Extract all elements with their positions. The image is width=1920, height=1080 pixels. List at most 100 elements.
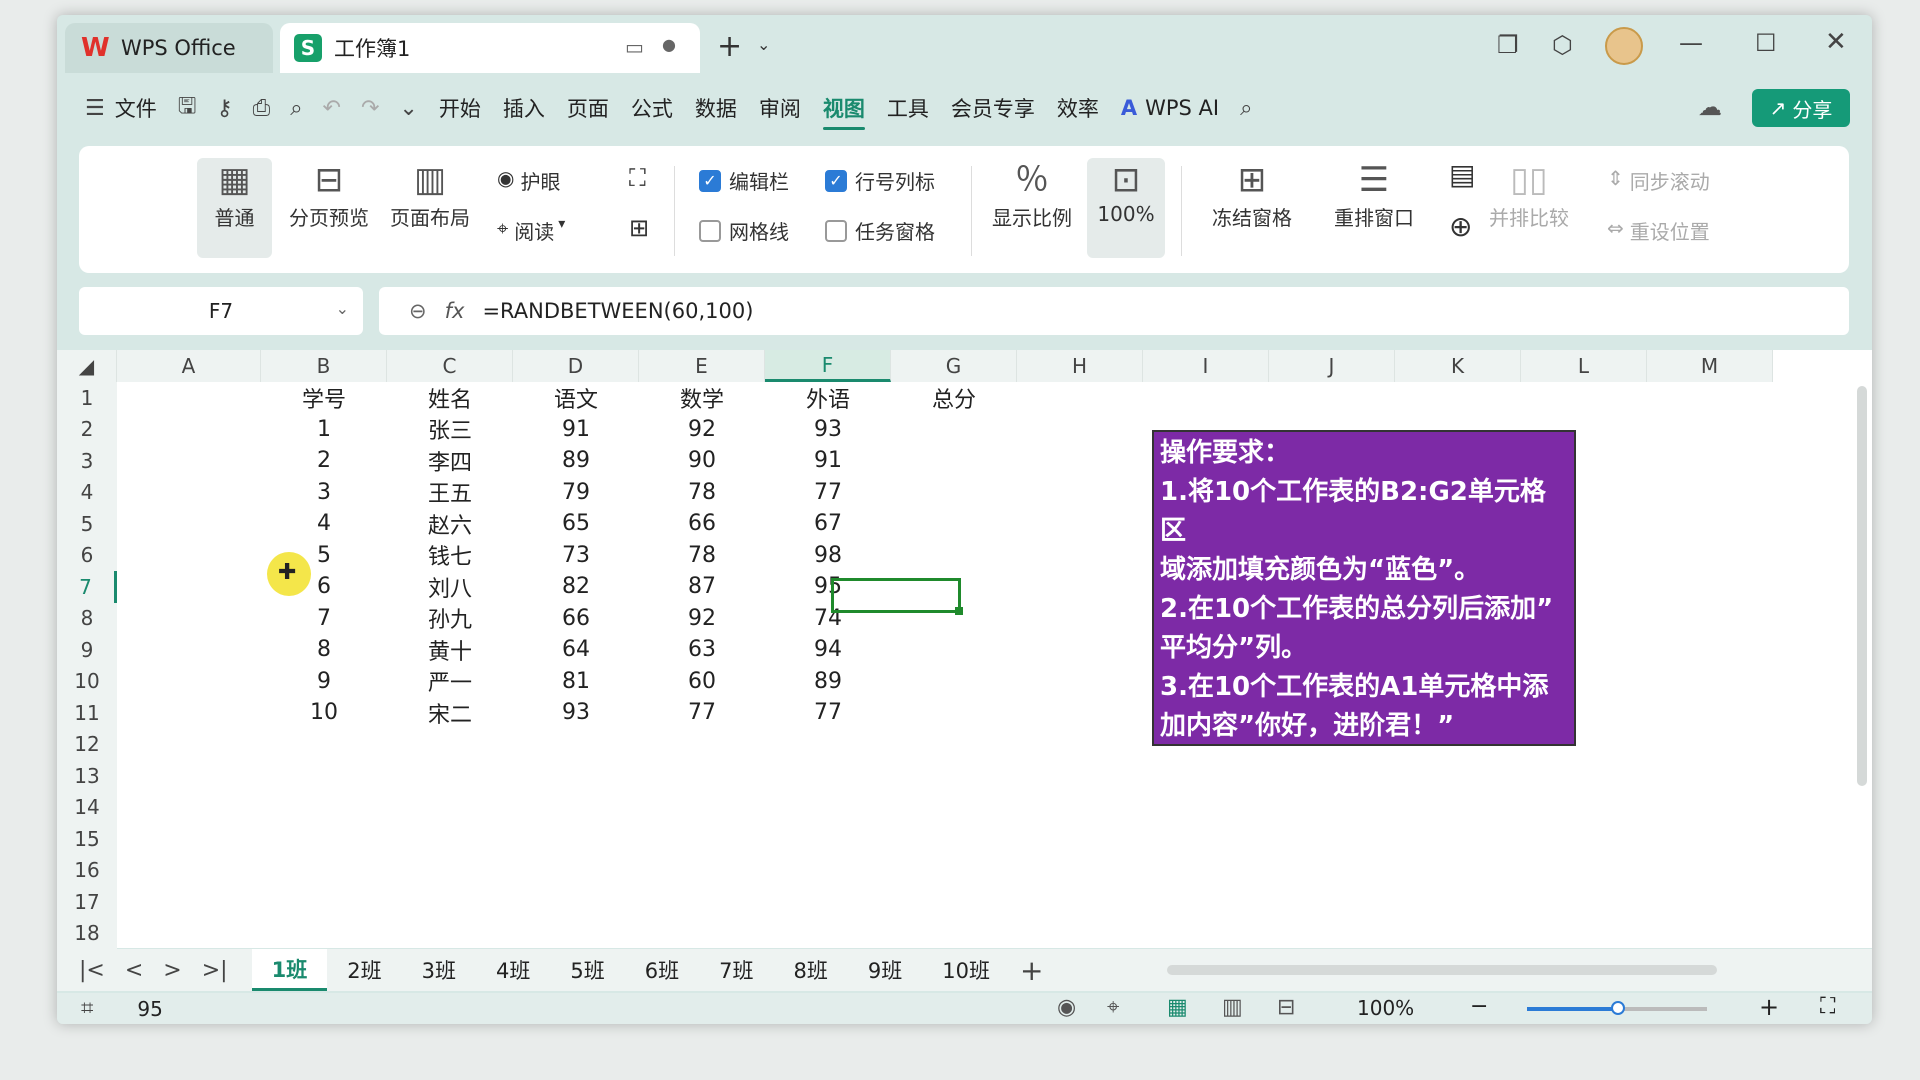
add-window-icon[interactable]: ⊕ [1449, 210, 1472, 243]
row-header-4[interactable]: 4 [57, 476, 117, 508]
horizontal-scrollbar[interactable] [1167, 965, 1717, 975]
row-header-14[interactable]: 14 [57, 791, 117, 823]
cell[interactable]: 93 [513, 697, 639, 728]
new-window-icon[interactable]: ▤ [1449, 158, 1475, 191]
eye-icon[interactable]: ◉ [1057, 995, 1076, 1020]
instruction-box[interactable]: 操作要求： 1.将10个工作表的B2:G2单元格区 域添加填充颜色为“蓝色”。 … [1152, 430, 1576, 746]
cell[interactable]: 语文 [513, 382, 639, 413]
cell[interactable]: 10 [261, 697, 387, 728]
column-header-I[interactable]: I [1143, 350, 1269, 382]
row-header-6[interactable]: 6 [57, 539, 117, 571]
column-header-H[interactable]: H [1017, 350, 1143, 382]
cell[interactable]: 63 [639, 634, 765, 665]
cell[interactable]: 刘八 [387, 571, 513, 602]
cell[interactable]: 79 [513, 477, 639, 508]
chevron-down-icon[interactable]: ⌄ [757, 35, 770, 54]
row-header-9[interactable]: 9 [57, 634, 117, 666]
cell[interactable]: 孙九 [387, 603, 513, 634]
page-break-icon[interactable]: ⊟ [1277, 995, 1295, 1020]
row-header-7[interactable]: 7 [57, 571, 117, 603]
last-sheet-icon[interactable]: >| [192, 958, 238, 983]
minimize-icon[interactable]: — [1679, 29, 1703, 57]
headings-checkbox[interactable]: ✓ 行号列标 [825, 166, 935, 195]
print-icon[interactable]: ⎙ [243, 96, 281, 121]
undo-icon[interactable]: ↶ [313, 96, 351, 121]
cell[interactable]: 66 [639, 508, 765, 539]
fx-icon[interactable]: fx [445, 299, 465, 323]
reading-mode-button[interactable]: ⌖ 阅读 ▾ [497, 216, 565, 245]
menu-data[interactable]: 数据 [684, 83, 748, 133]
cell[interactable]: 77 [765, 477, 891, 508]
hamburger-icon[interactable]: ☰ [57, 96, 115, 121]
page-layout-button[interactable]: ▥ 页面布局 [384, 158, 476, 231]
key-icon[interactable]: ⚷ [206, 96, 242, 121]
column-header-F[interactable]: F [765, 350, 891, 382]
cell[interactable]: 90 [639, 445, 765, 476]
name-box[interactable]: F7 ⌄ [79, 287, 363, 335]
formula-input[interactable]: ⊖ fx =RANDBETWEEN(60,100) [379, 287, 1849, 335]
zoom-100-button[interactable]: ⊡ 100% [1087, 158, 1165, 258]
cell[interactable]: 3 [261, 477, 387, 508]
menu-formula[interactable]: 公式 [620, 83, 684, 133]
menu-view[interactable]: 视图 [812, 83, 876, 133]
row-header-12[interactable]: 12 [57, 728, 117, 760]
row-header-5[interactable]: 5 [57, 508, 117, 540]
normal-view-button[interactable]: ▦ 普通 [197, 158, 272, 258]
cell[interactable]: 98 [765, 540, 891, 571]
cell[interactable]: 外语 [765, 382, 891, 413]
cell[interactable]: 4 [261, 508, 387, 539]
cell[interactable]: 93 [765, 414, 891, 445]
cell[interactable]: 黄十 [387, 634, 513, 665]
cell[interactable]: 87 [639, 571, 765, 602]
more-chevron-icon[interactable]: ⌄ [389, 96, 427, 121]
cell[interactable]: 64 [513, 634, 639, 665]
zoom-ratio-button[interactable]: ％ 显示比例 [987, 158, 1077, 231]
row-header-3[interactable]: 3 [57, 445, 117, 477]
new-tab-icon[interactable]: + [717, 29, 742, 64]
cell[interactable]: 张三 [387, 414, 513, 445]
cell[interactable]: 78 [639, 540, 765, 571]
cell[interactable]: 学号 [261, 382, 387, 413]
cell[interactable]: 严一 [387, 666, 513, 697]
tab-wps-office[interactable]: W WPS Office [65, 23, 273, 73]
column-header-A[interactable]: A [117, 350, 261, 382]
fill-handle[interactable] [955, 607, 963, 615]
cell[interactable]: 2 [261, 445, 387, 476]
cell[interactable]: 77 [639, 697, 765, 728]
freeze-panes-button[interactable]: ⊞ 冻结窗格 [1197, 158, 1307, 231]
zoom-slider[interactable] [1527, 1001, 1707, 1015]
cell[interactable]: 姓名 [387, 382, 513, 413]
column-header-L[interactable]: L [1521, 350, 1647, 382]
page-layout-icon[interactable]: ▥ [1222, 995, 1243, 1020]
column-header-E[interactable]: E [639, 350, 765, 382]
sheet-tab[interactable]: 4班 [476, 949, 550, 991]
window-layout-icon[interactable]: ❐ [1497, 31, 1519, 59]
cell[interactable]: 94 [765, 634, 891, 665]
cell[interactable]: 1 [261, 414, 387, 445]
row-header-2[interactable]: 2 [57, 413, 117, 445]
cell[interactable]: 73 [513, 540, 639, 571]
redo-icon[interactable]: ↷ [351, 96, 389, 121]
cell[interactable]: 91 [765, 445, 891, 476]
cell[interactable]: 66 [513, 603, 639, 634]
next-sheet-icon[interactable]: > [153, 958, 191, 983]
menu-page[interactable]: 页面 [556, 83, 620, 133]
spreadsheet-grid[interactable]: ◢ ABCDEFGHIJKLM 1 2 3 4 5 6 7 8 9 10 11 12 13 14 15 16 1… [57, 350, 1872, 949]
column-header-K[interactable]: K [1395, 350, 1521, 382]
cell[interactable]: 92 [639, 603, 765, 634]
cell[interactable]: 89 [765, 666, 891, 697]
column-header-D[interactable]: D [513, 350, 639, 382]
page-break-preview-button[interactable]: ⊟ 分页预览 [284, 158, 374, 231]
sheet-tab[interactable]: 3班 [402, 949, 476, 991]
close-icon[interactable]: ✕ [1825, 27, 1847, 57]
cell[interactable]: 钱七 [387, 540, 513, 571]
eye-protection-button[interactable]: ◉ 护眼 [497, 166, 560, 195]
active-cell-border[interactable] [831, 578, 963, 615]
zoom-slider-thumb[interactable] [1611, 1001, 1625, 1015]
search-icon[interactable]: ⌕ [1230, 96, 1262, 121]
avatar[interactable] [1605, 27, 1643, 65]
fullscreen-icon[interactable]: ⛶ [629, 164, 646, 192]
cell[interactable]: 89 [513, 445, 639, 476]
row-header-18[interactable]: 18 [57, 917, 117, 949]
cell[interactable]: 67 [765, 508, 891, 539]
